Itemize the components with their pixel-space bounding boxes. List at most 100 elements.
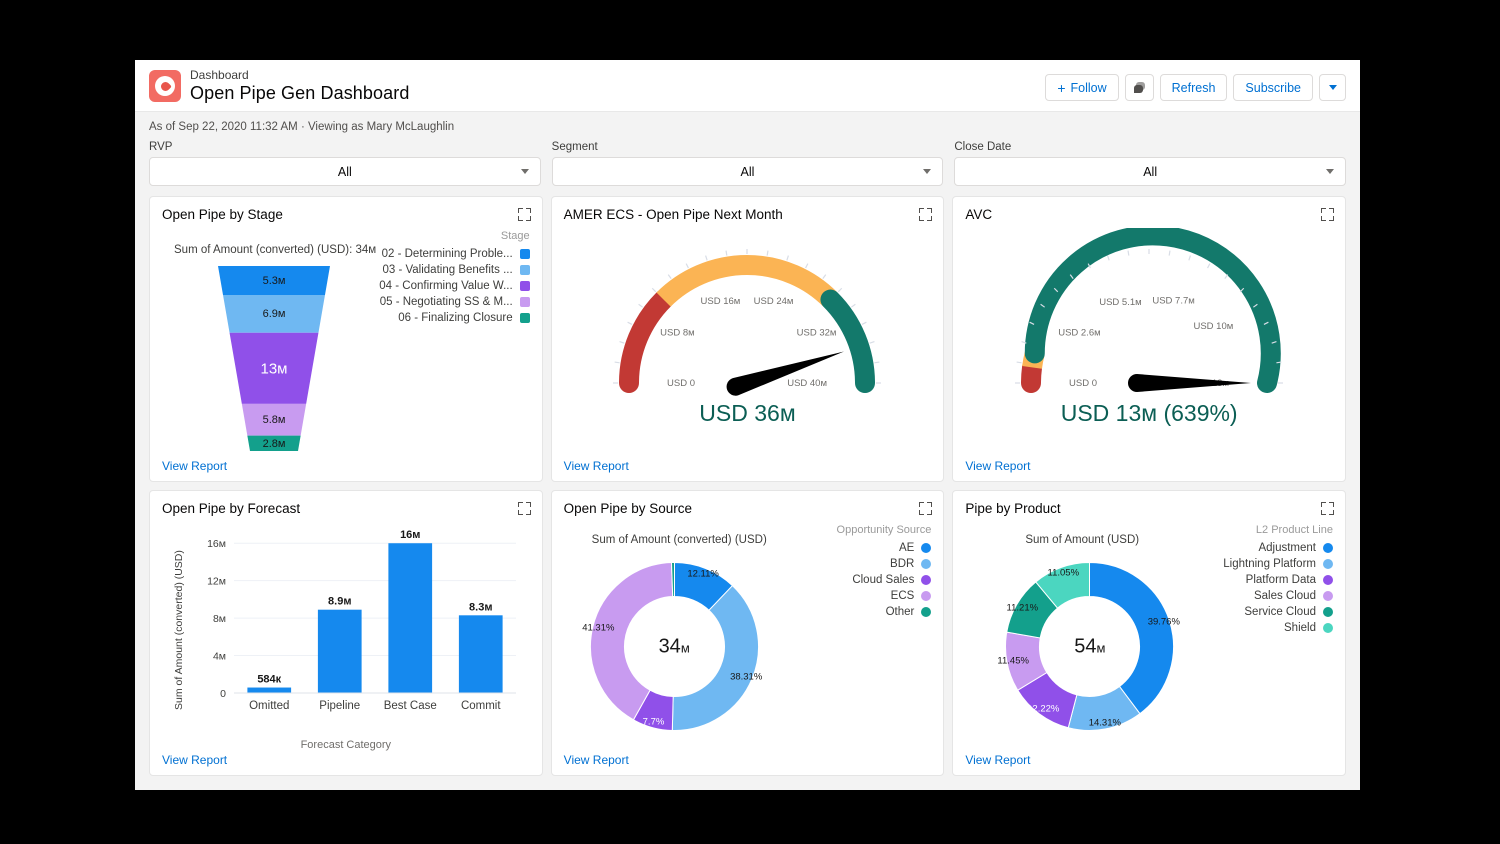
legend-item[interactable]: ECS (837, 590, 932, 602)
svg-text:8.3м: 8.3м (469, 602, 492, 614)
legend-swatch (1322, 607, 1333, 618)
legend-swatch (1322, 575, 1333, 586)
gauge-svg: USD 0 USD 8м USD 16м USD 24м USD 32м USD 40м (613, 249, 882, 397)
legend-item[interactable]: Other (837, 606, 932, 618)
legend-item-label: BDR (890, 558, 915, 571)
gauge-svg: USD 0USD 2.6мUSD 5.1мUSD 7.7мUSD 10мUSD … (1015, 225, 1284, 394)
legend-item[interactable]: 02 - Determining Proble... (379, 248, 530, 261)
gauge-graphic: USD 0USD 2.6мUSD 5.1мUSD 7.7мUSD 10мUSD … (984, 225, 1314, 423)
legend-item[interactable]: Service Cloud (1223, 606, 1333, 618)
expand-icon[interactable] (517, 208, 531, 222)
gauge-graphic: USD 0 USD 8м USD 16м USD 24м USD 32м USD 40м (582, 228, 912, 423)
card-open-pipe-by-forecast: Open Pipe by Forecast Sum of Amount (con… (149, 490, 543, 776)
gauge-value-label: USD 36м (699, 400, 795, 427)
bar-chart: Sum of Amount (converted) (USD) 0 4м 8м 12м… (162, 516, 530, 753)
filter-rvp-select[interactable]: All (149, 157, 541, 187)
dashboard-gauge-icon (149, 70, 181, 103)
view-report-link[interactable]: View Report (564, 459, 629, 473)
page-title: Open Pipe Gen Dashboard (190, 82, 410, 103)
comment-button[interactable] (1124, 74, 1154, 101)
bar-svg: 0 4м 8м 12м 16м 584к Omitted 8.9м Pipeline 16м Bes… (207, 529, 516, 712)
svg-text:16м: 16м (400, 529, 420, 541)
legend-title: Stage (500, 230, 530, 243)
chevron-down-icon (1328, 85, 1337, 90)
legend-item-label: Platform Data (1245, 574, 1316, 587)
filter-rvp-label: RVP (149, 141, 173, 154)
expand-icon[interactable] (1320, 208, 1334, 222)
legend-swatch (519, 265, 530, 276)
legend-item[interactable]: 04 - Confirming Value W... (379, 280, 530, 292)
svg-text:Omitted: Omitted (249, 700, 289, 712)
expand-icon[interactable] (1320, 502, 1334, 516)
view-report-link[interactable]: View Report (162, 459, 227, 473)
svg-text:USD 7.7м: USD 7.7м (1153, 296, 1195, 307)
legend-item-label: Sales Cloud (1253, 590, 1316, 603)
svg-text:0: 0 (220, 688, 226, 700)
svg-text:USD 8м: USD 8м (661, 328, 696, 339)
y-axis-label: Sum of Amount (converted) (USD) (173, 549, 185, 710)
legend-item[interactable]: Cloud Sales (837, 574, 932, 586)
view-report-link[interactable]: View Report (965, 753, 1030, 767)
view-report-link[interactable]: View Report (564, 753, 629, 767)
expand-icon[interactable] (517, 502, 531, 516)
x-axis-label: Forecast Category (300, 739, 392, 751)
follow-label: Follow (1070, 80, 1107, 95)
refresh-button[interactable]: Refresh (1159, 74, 1228, 101)
legend-swatch (1322, 559, 1333, 570)
filter-segment-value: All (740, 164, 755, 179)
legend-swatch (519, 249, 530, 260)
legend-swatch (519, 297, 530, 308)
legend-item-label: 02 - Determining Proble... (381, 248, 513, 261)
legend-title: L2 Product Line (1255, 524, 1333, 537)
legend-item[interactable]: AE (837, 542, 932, 554)
legend-item[interactable]: Sales Cloud (1223, 590, 1333, 602)
card-title: Pipe by Product (965, 501, 1061, 517)
legend-item[interactable]: BDR (837, 558, 932, 570)
funnel-legend: Stage 02 - Determining Proble... 03 - Val… (379, 230, 530, 328)
legend-swatch (921, 575, 932, 586)
legend-item-label: Lightning Platform (1223, 558, 1316, 571)
legend-swatch (519, 281, 530, 292)
view-report-link[interactable]: View Report (965, 459, 1030, 473)
header-actions: + Follow Refresh Subscribe (1045, 69, 1346, 101)
donut-caption: Sum of Amount (USD) (1025, 534, 1140, 547)
filter-rvp-value: All (337, 164, 352, 179)
view-report-link[interactable]: View Report (162, 753, 227, 767)
expand-icon[interactable] (919, 502, 933, 516)
gauge-chart-avc: USD 0 USD 2.6м USD 5.1м USD 7.7м USD 10м USD … (965, 222, 1333, 459)
gauge-value-text: USD 13м (639%) (1060, 400, 1238, 427)
filter-segment: Segment All (551, 141, 944, 187)
legend-swatch (921, 543, 932, 554)
filter-segment-select[interactable]: All (551, 157, 944, 187)
svg-text:Commit: Commit (461, 700, 501, 712)
expand-icon[interactable] (919, 208, 933, 222)
legend-swatch (1322, 591, 1333, 602)
more-actions-button[interactable] (1319, 74, 1346, 101)
legend-item[interactable]: Shield (1223, 622, 1333, 634)
follow-button[interactable]: + Follow (1045, 74, 1119, 101)
filter-close-date-value: All (1143, 164, 1158, 179)
breadcrumb: Dashboard (190, 68, 249, 82)
svg-text:USD 2.6м: USD 2.6м (1058, 328, 1100, 339)
legend-item-label: Adjustment (1258, 542, 1316, 555)
legend-item[interactable]: 03 - Validating Benefits ... (379, 264, 530, 276)
card-title: AMER ECS - Open Pipe Next Month (563, 207, 783, 223)
legend-item[interactable]: Adjustment (1223, 542, 1333, 554)
filter-close-date-select[interactable]: All (954, 157, 1347, 187)
legend-item[interactable]: Platform Data (1223, 574, 1333, 586)
legend-item[interactable]: 05 - Negotiating SS & M... (379, 296, 530, 308)
donut-source-legend: Opportunity Source AE BDR Cloud Sales ECS Ot… (837, 524, 932, 622)
funnel-chart: Sum of Amount (converted) (USD): 34м 5.3… (162, 222, 530, 459)
svg-text:Best Case: Best Case (384, 700, 437, 712)
legend-item[interactable]: Lightning Platform (1223, 558, 1333, 570)
svg-text:Pipeline: Pipeline (319, 700, 360, 712)
donut-product-legend: L2 Product Line Adjustment Lightning Plat… (1223, 524, 1333, 638)
legend-swatch (921, 591, 932, 602)
chevron-down-icon (923, 169, 932, 175)
donut-center-total: 34м (658, 635, 690, 658)
header-title-group: Dashboard Open Pipe Gen Dashboard (149, 68, 1045, 103)
card-open-pipe-by-stage: Open Pipe by Stage Sum of Amount (conver… (149, 196, 543, 483)
svg-text:USD 16м: USD 16м (701, 297, 741, 308)
legend-item[interactable]: 06 - Finalizing Closure (379, 312, 530, 324)
subscribe-button[interactable]: Subscribe (1233, 74, 1313, 101)
